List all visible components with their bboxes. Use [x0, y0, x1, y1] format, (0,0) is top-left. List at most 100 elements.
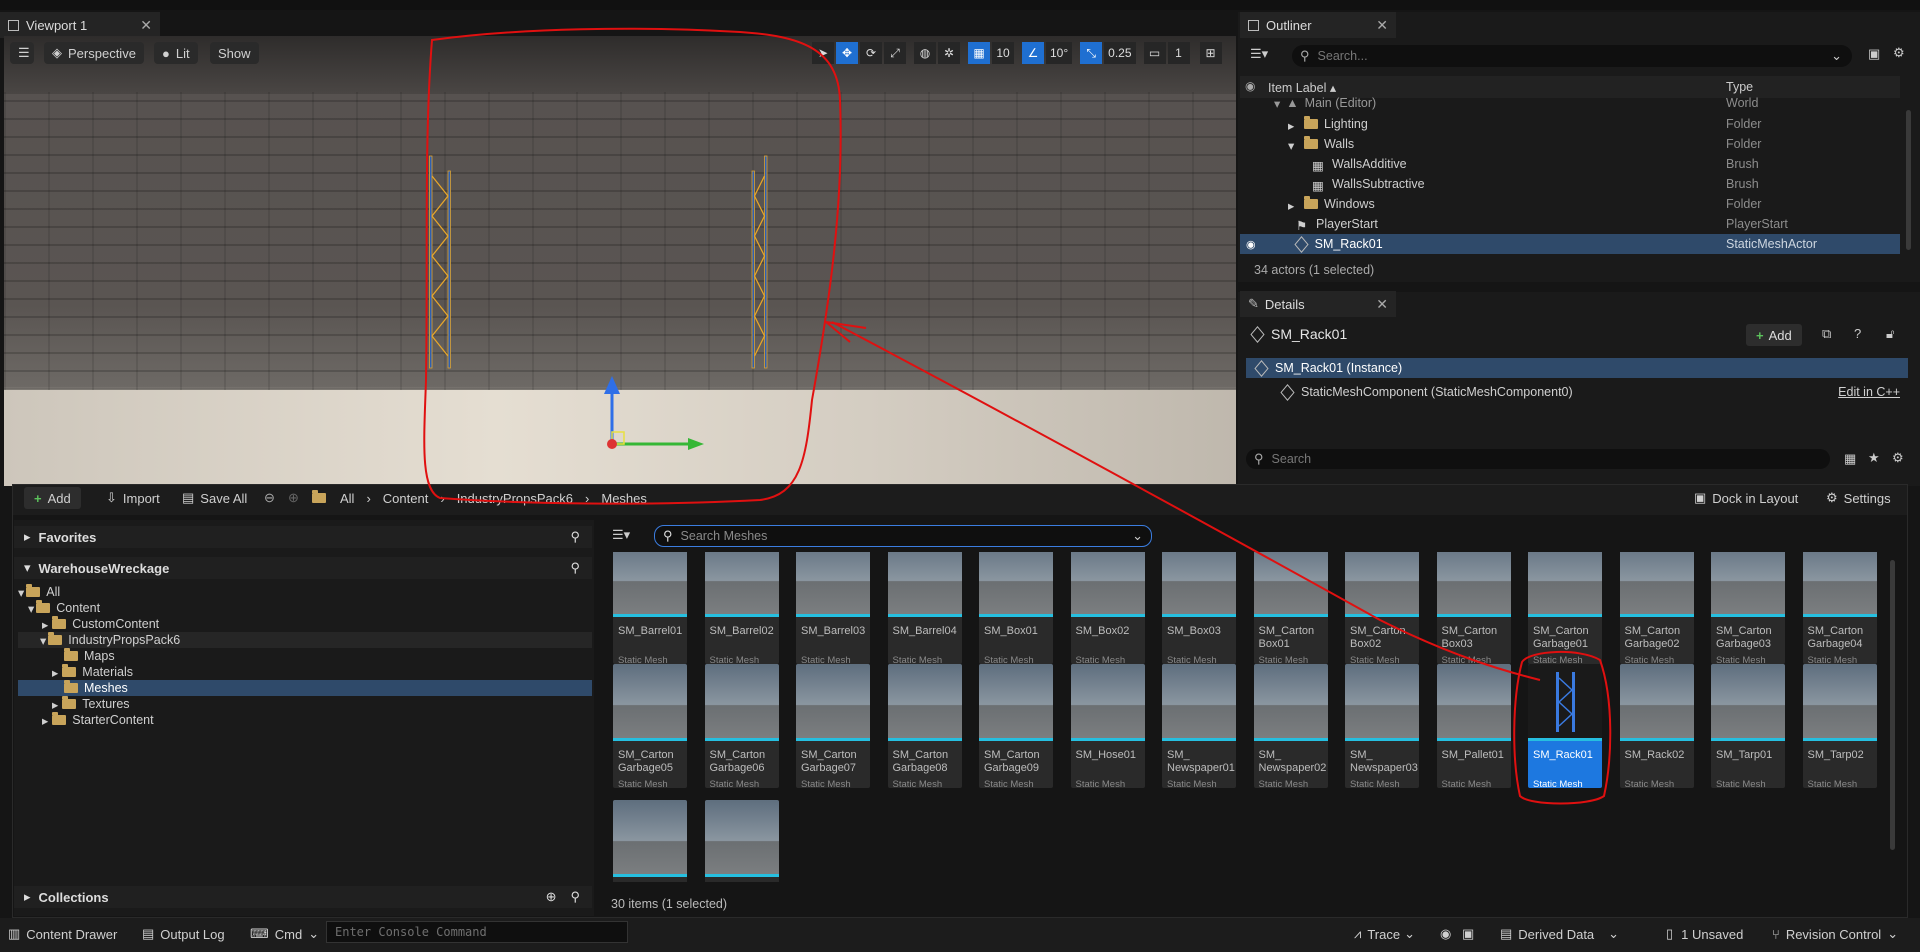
unsaved-button[interactable]: ▯ 1 Unsaved	[1666, 920, 1743, 948]
surface-snap-icon[interactable]: ✲	[938, 42, 960, 64]
favorites-section[interactable]: ▸ Favorites ⚲	[14, 526, 592, 548]
asset-tile[interactable]: SM_Tarp02 Static Mesh	[1802, 664, 1877, 788]
outliner-filter-button[interactable]: ☰▾	[1250, 46, 1268, 62]
tree-item-maps[interactable]: Maps	[18, 648, 592, 664]
outliner-row-playerstart[interactable]: ⚑ PlayerStart PlayerStart	[1240, 214, 1900, 234]
close-icon[interactable]: ✕	[1376, 17, 1388, 34]
asset-tile[interactable]: SM_Tarp01 Static Mesh	[1711, 664, 1785, 788]
perspective-button[interactable]: ◈ Perspective	[44, 42, 144, 64]
record-icon[interactable]: ◉	[1440, 920, 1451, 948]
history-back-icon[interactable]: ⊖	[264, 487, 275, 509]
cmd-dropdown[interactable]: ⌨ Cmd ⌄	[250, 920, 319, 948]
gear-icon[interactable]: ⚙	[1892, 450, 1904, 466]
details-component-row[interactable]: StaticMeshComponent (StaticMeshComponent…	[1246, 382, 1908, 402]
help-icon[interactable]: ?	[1854, 326, 1861, 341]
project-section[interactable]: ▾ WarehouseWreckage ⚲	[14, 557, 592, 579]
asset-filter-button[interactable]: ☰▾	[612, 527, 630, 543]
tree-item-materials[interactable]: ▸ Materials	[18, 664, 592, 680]
add-folder-icon[interactable]: ▣	[1868, 46, 1880, 62]
search-icon[interactable]: ⚲	[570, 560, 580, 576]
outliner-search-box[interactable]: ⚲ Search... ⌄	[1292, 45, 1852, 67]
move-tool-icon[interactable]: ✥	[836, 42, 858, 64]
asset-tile[interactable]: SM_ Newspaper01 Static Mesh	[1162, 664, 1236, 788]
derived-data-dropdown[interactable]: ▤ Derived Data ⌄	[1500, 920, 1619, 948]
cb-add-button[interactable]: + Add	[24, 487, 81, 509]
asset-tile[interactable]: SM_Barrel04 Static Mesh	[887, 552, 962, 664]
close-icon[interactable]: ✕	[140, 17, 152, 34]
outliner-row-walls-additive[interactable]: ▦ WallsAdditive Brush	[1240, 154, 1900, 174]
star-icon[interactable]: ★	[1868, 450, 1880, 466]
asset-tile[interactable]: SM_Carton Garbage02 Static Mesh	[1619, 552, 1694, 664]
tree-item-all[interactable]: ▾ All	[18, 584, 592, 600]
camera-icon[interactable]: ▣	[1462, 920, 1474, 948]
breadcrumb-meshes[interactable]: Meshes	[601, 491, 647, 506]
blueprint-icon[interactable]: ⧉	[1822, 326, 1831, 342]
asset-tile[interactable]: SM_Pallet01 Static Mesh	[1436, 664, 1511, 788]
search-icon[interactable]: ⚲	[570, 529, 580, 545]
asset-tile[interactable]: SM_Carton Garbage06 Static Mesh	[704, 664, 779, 788]
outliner-row-walls[interactable]: ▾ Walls Folder	[1240, 134, 1900, 154]
asset-tile[interactable]: SM_Box02 Static Mesh	[1070, 552, 1145, 664]
asset-tile[interactable]: SM_TrafficStatic Mesh	[613, 800, 687, 882]
search-icon[interactable]: ⚲	[570, 889, 580, 905]
gear-icon[interactable]: ⚙	[1893, 45, 1905, 61]
asset-tile[interactable]: SM_Carton Garbage07 Static Mesh	[796, 664, 870, 788]
asset-tile[interactable]: SM_Carton Garbage04 Static Mesh	[1802, 552, 1877, 664]
tree-item-textures[interactable]: ▸ Textures	[18, 696, 592, 712]
cb-save-all-button[interactable]: ▤ Save All	[182, 487, 247, 509]
asset-tile[interactable]: SM_ Newspaper03 Static Mesh	[1345, 664, 1419, 788]
console-command-input[interactable]: Enter Console Command	[326, 921, 628, 943]
rack-left[interactable]	[428, 50, 458, 474]
asset-tile[interactable]: SM_Rack02 Static Mesh	[1619, 664, 1694, 788]
outliner-row-world[interactable]: ▾ ▲ Main (Editor) World	[1240, 96, 1900, 110]
add-circle-icon[interactable]: ⊕	[546, 889, 557, 905]
tree-item-startercontent[interactable]: ▸ StarterContent	[18, 712, 592, 728]
tree-item-industrypropspack6[interactable]: ▾ IndustryPropsPack6	[18, 632, 592, 648]
tree-item-customcontent[interactable]: ▸ CustomContent	[18, 616, 592, 632]
tab-details[interactable]: ✎ Details ✕	[1240, 291, 1396, 317]
layout-icon[interactable]: ⊞	[1199, 42, 1222, 64]
asset-tile[interactable]: SM_Box01 Static Mesh	[979, 552, 1053, 664]
transform-gizmo[interactable]	[600, 376, 710, 456]
asset-tile[interactable]: SM_Box03 Static Mesh	[1162, 552, 1236, 664]
tree-item-content[interactable]: ▾ Content	[18, 600, 592, 616]
output-log-button[interactable]: ▤ Output Log	[142, 920, 225, 948]
column-item-label[interactable]: Item Label ▴	[1268, 80, 1336, 95]
rack-right[interactable]	[742, 50, 772, 474]
viewport-menu-button[interactable]: ☰	[10, 42, 34, 64]
breadcrumb-all[interactable]: All	[340, 491, 354, 506]
tree-item-meshes[interactable]: Meshes	[18, 680, 592, 696]
rotation-snap-value[interactable]: 10°	[1046, 42, 1073, 64]
select-tool-icon[interactable]: ➤	[812, 42, 834, 64]
asset-search-box[interactable]: ⚲ Search Meshes ⌄	[654, 525, 1152, 547]
asset-tile[interactable]: SM_Carton Garbage03 Static Mesh	[1711, 552, 1785, 664]
table-view-icon[interactable]: ▦	[1844, 451, 1856, 467]
content-drawer-button[interactable]: ▥ Content Drawer	[8, 920, 117, 948]
outliner-row-lighting[interactable]: ▸ Lighting Folder	[1240, 114, 1900, 134]
scale-tool-icon[interactable]: ⤢	[884, 42, 906, 64]
breadcrumb-content[interactable]: Content	[383, 491, 429, 506]
camera-speed-value[interactable]: 1	[1167, 42, 1190, 64]
tab-outliner[interactable]: Outliner ✕	[1240, 12, 1396, 38]
trace-dropdown[interactable]: ⩘ Trace ⌄	[1354, 920, 1415, 948]
column-type[interactable]: Type	[1726, 80, 1753, 94]
asset-tile[interactable]: SM_Carton Garbage01 Static Mesh	[1528, 552, 1602, 664]
asset-tile[interactable]: SM_Barrel02 Static Mesh	[704, 552, 779, 664]
asset-tile[interactable]: SM_WaterStatic Mesh	[704, 800, 779, 882]
outliner-row-sm-rack01[interactable]: ◉ SM_Rack01 StaticMeshActor	[1240, 234, 1900, 254]
rotate-tool-icon[interactable]: ⟳	[860, 42, 882, 64]
asset-tile[interactable]: SM_Carton Box01 Static Mesh	[1253, 552, 1328, 664]
cb-import-button[interactable]: ⇩ Import	[106, 487, 160, 509]
asset-tile[interactable]: SM_Carton Garbage08 Static Mesh	[887, 664, 962, 788]
visibility-icon[interactable]: ◉	[1246, 238, 1256, 251]
asset-tile[interactable]: SM_Carton Garbage09 Static Mesh	[979, 664, 1053, 788]
tab-viewport[interactable]: Viewport 1 ✕	[0, 12, 160, 38]
asset-tile[interactable]: SM_Rack01 Static Mesh	[1528, 664, 1602, 788]
outliner-scrollbar[interactable]	[1906, 110, 1911, 250]
breadcrumb-industrypropspack6[interactable]: IndustryPropsPack6	[457, 491, 573, 506]
outliner-row-windows[interactable]: ▸ Windows Folder	[1240, 194, 1900, 214]
history-forward-icon[interactable]: ⊕	[288, 487, 299, 509]
lit-button[interactable]: ● Lit	[154, 42, 198, 64]
revision-control-dropdown[interactable]: ⑂ Revision Control ⌄	[1772, 920, 1898, 948]
asset-tile[interactable]: SM_Barrel03 Static Mesh	[796, 552, 870, 664]
